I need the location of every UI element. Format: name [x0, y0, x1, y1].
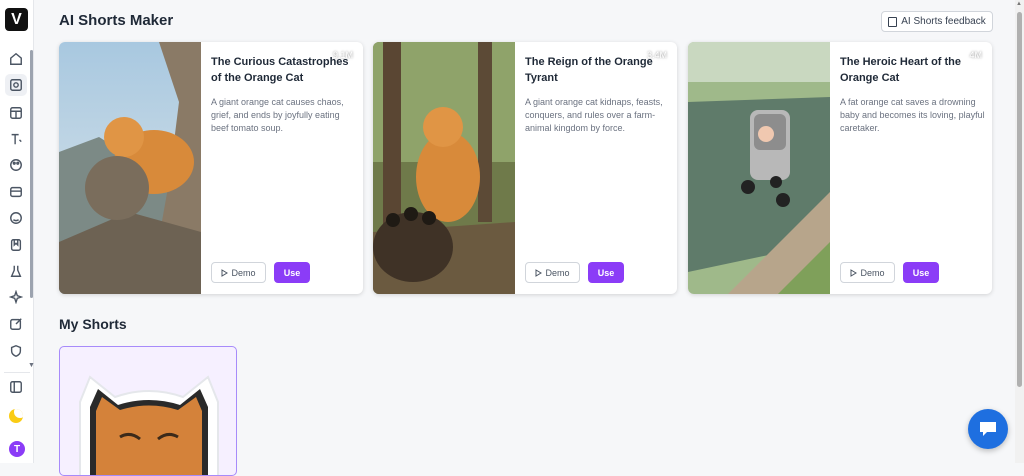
flask-icon[interactable]	[8, 263, 24, 279]
sidebar-scrollbar[interactable]	[30, 50, 33, 298]
use-button[interactable]: Use	[274, 262, 310, 283]
face-icon[interactable]	[8, 210, 24, 226]
my-shorts-title: My Shorts	[59, 316, 127, 332]
play-outline-icon	[850, 268, 858, 277]
card-thumbnail	[59, 42, 201, 294]
sidebar: V ▼ T	[0, 0, 35, 463]
short-template-card[interactable]: 3.4M The Reign of the Orange Tyrant A gi…	[373, 42, 677, 294]
card-thumbnail	[688, 42, 830, 294]
library-icon[interactable]	[8, 237, 24, 253]
short-template-card[interactable]: 4M The Heroic Heart of the Orange Cat A …	[688, 42, 992, 294]
use-button[interactable]: Use	[588, 262, 624, 283]
card-title: The Heroic Heart of the Orange Cat	[840, 56, 962, 84]
template-icon[interactable]	[8, 105, 24, 121]
home-icon[interactable]	[8, 51, 24, 67]
palette-icon[interactable]	[8, 157, 24, 173]
chat-support-button[interactable]	[968, 409, 1008, 449]
short-template-card[interactable]: 9.1M The Curious Catastrophes of the Ora…	[59, 42, 363, 294]
card-thumbnail	[373, 42, 515, 294]
video-plus-icon[interactable]	[5, 74, 27, 96]
use-button[interactable]: Use	[903, 262, 939, 283]
shield-icon[interactable]	[8, 343, 24, 359]
panel-toggle-icon[interactable]	[8, 379, 24, 395]
chat-icon	[980, 422, 996, 436]
demo-button[interactable]: Demo	[525, 262, 580, 283]
moon-icon[interactable]	[9, 409, 23, 423]
page-title: AI Shorts Maker	[59, 12, 174, 29]
card-title: The Reign of the Orange Tyrant	[525, 56, 653, 84]
sparkle-icon[interactable]	[8, 289, 24, 305]
card-description: A giant orange cat kidnaps, feasts, conq…	[525, 97, 663, 133]
edit-icon[interactable]	[8, 316, 24, 332]
my-short-card[interactable]	[59, 346, 237, 476]
short-thumbnail	[79, 375, 219, 475]
card-title: The Curious Catastrophes of the Orange C…	[211, 56, 349, 84]
demo-button[interactable]: Demo	[211, 262, 266, 283]
card-description: A giant orange cat causes chaos, grief, …	[211, 97, 344, 133]
scroll-down-icon[interactable]: ▼	[28, 362, 35, 369]
app-logo[interactable]: V	[5, 8, 28, 31]
scrollbar-thumb[interactable]	[1017, 12, 1022, 387]
media-icon[interactable]	[8, 184, 24, 200]
card-description: A fat orange cat saves a drowning baby a…	[840, 97, 985, 133]
divider	[4, 372, 30, 373]
scroll-up-icon[interactable]: ▲	[1016, 1, 1022, 7]
demo-button[interactable]: Demo	[840, 262, 895, 283]
feedback-label: AI Shorts feedback	[901, 16, 986, 27]
play-outline-icon	[221, 268, 229, 277]
play-outline-icon	[535, 268, 543, 277]
feedback-button[interactable]: AI Shorts feedback	[881, 11, 993, 32]
avatar[interactable]: T	[9, 441, 25, 457]
page-scrollbar[interactable]: ▲	[1015, 0, 1024, 463]
text-icon[interactable]	[8, 131, 24, 147]
clipboard-icon	[888, 16, 898, 27]
